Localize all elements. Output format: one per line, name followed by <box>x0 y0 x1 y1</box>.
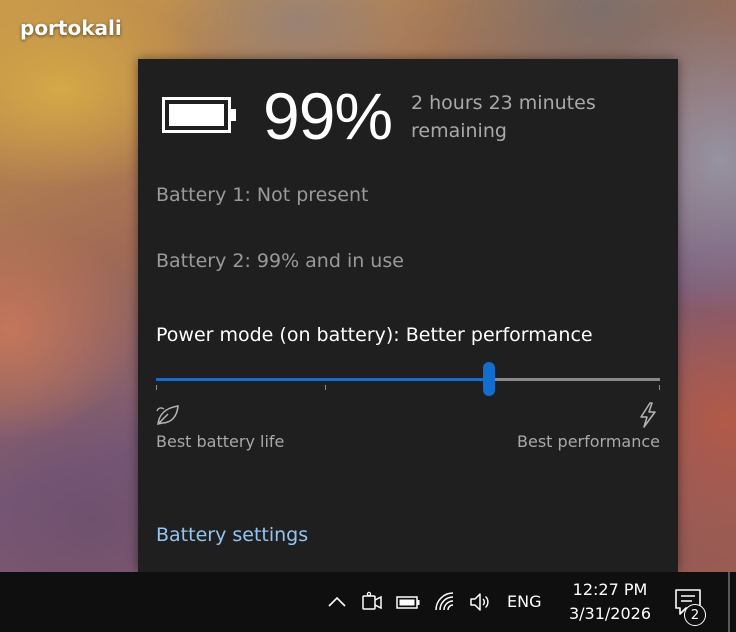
slider-track-rest <box>489 378 660 381</box>
battery-full-icon <box>162 97 236 133</box>
watermark-text: portokali <box>20 16 122 40</box>
battery-1-status: Battery 1: Not present <box>156 184 369 206</box>
slider-track-fill <box>156 378 489 381</box>
input-language[interactable]: ENG <box>507 592 541 611</box>
slider-thumb[interactable] <box>483 362 495 396</box>
lightning-icon <box>640 402 656 428</box>
notification-count-badge: 2 <box>684 604 706 626</box>
clock[interactable]: 12:27 PM 3/31/2026 <box>558 578 662 626</box>
battery-2-status: Battery 2: 99% and in use <box>156 250 404 272</box>
slider-tick <box>659 385 660 390</box>
clock-time: 12:27 PM <box>572 580 648 599</box>
best-battery-life-label: Best battery life <box>156 432 285 451</box>
battery-settings-link[interactable]: Battery settings <box>156 524 308 546</box>
chevron-up-icon[interactable] <box>325 590 349 614</box>
slider-tick <box>156 385 157 390</box>
wifi-icon[interactable] <box>433 590 457 614</box>
clock-date: 3/31/2026 <box>568 604 652 623</box>
battery-icon[interactable] <box>396 590 420 614</box>
show-desktop-button[interactable] <box>728 572 730 632</box>
best-performance-label: Best performance <box>517 432 660 451</box>
taskbar: ENG 12:27 PM 3/31/2026 2 <box>0 572 736 632</box>
camera-icon[interactable] <box>360 590 384 614</box>
speaker-icon[interactable] <box>468 590 492 614</box>
time-remaining: 2 hours 23 minutes remaining <box>411 92 596 142</box>
power-mode-slider[interactable] <box>156 361 660 397</box>
battery-percentage: 99% <box>263 79 393 153</box>
battery-flyout: 99% 2 hours 23 minutes remaining Battery… <box>138 59 678 572</box>
power-mode-title: Power mode (on battery): Better performa… <box>156 324 593 346</box>
slider-tick <box>325 385 326 390</box>
leaf-icon <box>156 405 179 425</box>
